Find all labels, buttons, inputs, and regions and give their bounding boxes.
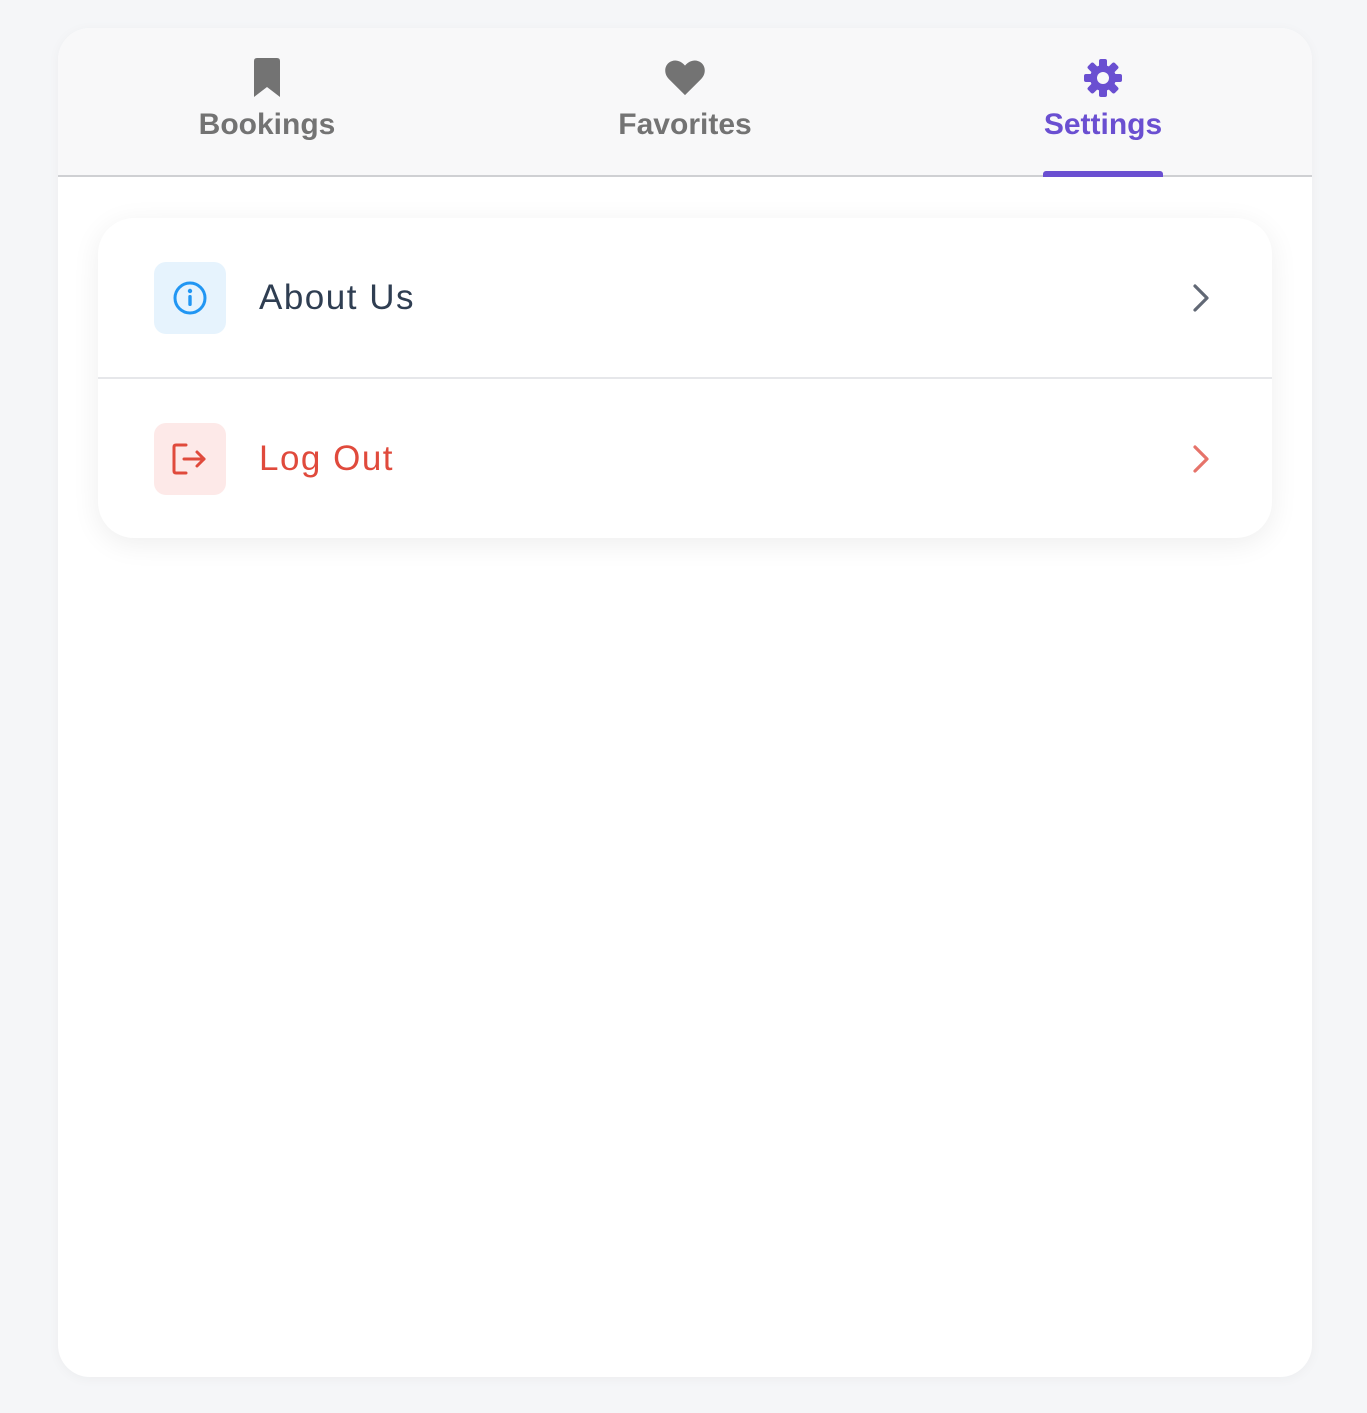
- tab-bookings-label: Bookings: [198, 108, 336, 141]
- log-out-label: Log Out: [259, 439, 395, 478]
- tab-settings-label: Settings: [1043, 108, 1163, 141]
- app-card: Bookings Favorites Settings About Us Log…: [58, 28, 1312, 1377]
- tab-bar: Bookings Favorites Settings: [58, 28, 1312, 177]
- settings-card: About Us Log Out: [98, 218, 1272, 538]
- about-us-row[interactable]: About Us: [98, 218, 1272, 378]
- tab-favorites-label: Favorites: [618, 108, 752, 141]
- tab-bookings[interactable]: Bookings: [58, 28, 476, 175]
- bookmark-icon: [247, 58, 287, 98]
- active-tab-indicator: [1043, 171, 1163, 177]
- tab-settings[interactable]: Settings: [894, 28, 1312, 177]
- log-out-row[interactable]: Log Out: [98, 379, 1272, 538]
- logout-icon: [154, 423, 226, 495]
- chevron-right-icon: [1186, 282, 1216, 314]
- gear-icon: [1083, 58, 1123, 98]
- tab-favorites[interactable]: Favorites: [476, 28, 894, 175]
- info-icon: [154, 262, 226, 334]
- heart-icon: [665, 58, 705, 98]
- about-us-label: About Us: [259, 278, 415, 317]
- chevron-right-icon: [1186, 443, 1216, 475]
